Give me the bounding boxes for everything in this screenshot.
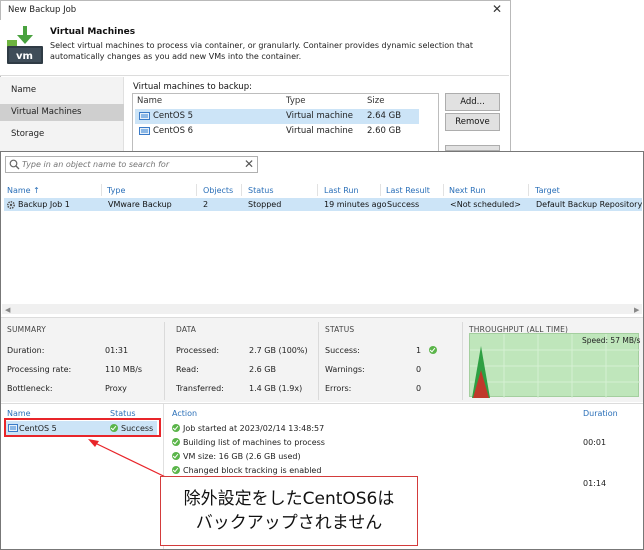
col-target[interactable]: Target xyxy=(535,186,560,195)
job-objects: 2 xyxy=(203,200,209,209)
data-title: DATA xyxy=(176,325,197,334)
wizard-description: Select virtual machines to process via c… xyxy=(50,41,474,61)
vm-name: CentOS 6 xyxy=(153,126,194,136)
col-type[interactable]: Type xyxy=(107,186,125,195)
vm-icon xyxy=(139,127,150,135)
remove-button[interactable]: Remove xyxy=(445,113,500,131)
job-status: Stopped xyxy=(248,200,282,209)
vm-download-icon: vm xyxy=(7,26,43,64)
divider xyxy=(164,322,165,400)
job-next-run: <Not scheduled> xyxy=(450,200,521,209)
annotation-line-2: バックアップされません xyxy=(195,513,383,533)
read-label: Read: xyxy=(176,365,199,374)
action-duration: 01:14 xyxy=(583,479,607,488)
vm-type: Virtual machine xyxy=(286,126,354,136)
vm-list-label: Virtual machines to backup: xyxy=(133,82,252,92)
col-name[interactable]: Name ↑ xyxy=(7,186,40,195)
errors-value: 0 xyxy=(416,384,422,393)
duration-col-header[interactable]: Duration xyxy=(583,409,618,418)
transferred-label: Transferred: xyxy=(176,384,224,393)
success-check-icon xyxy=(429,346,437,354)
wizard-nav: Name Virtual Machines Storage xyxy=(0,77,124,151)
annotation-line-1: 除外設定をしたCentOS6は xyxy=(183,489,395,509)
nav-item-name[interactable]: Name xyxy=(0,82,124,99)
close-icon[interactable]: ✕ xyxy=(489,1,505,17)
errors-label: Errors: xyxy=(325,384,352,393)
bottleneck-label: Bottleneck: xyxy=(7,384,53,393)
vm-list[interactable]: Name Type Size CentOS 5 Virtual machine … xyxy=(132,93,439,151)
summary-title: SUMMARY xyxy=(7,325,47,334)
col-status[interactable]: Status xyxy=(248,186,274,195)
read-value: 2.6 GB xyxy=(249,365,276,374)
vm-col-status-header[interactable]: Status xyxy=(110,409,136,418)
annotation-callout: 除外設定をしたCentOS6は バックアップされません xyxy=(160,476,418,546)
divider xyxy=(318,322,319,400)
status-title: STATUS xyxy=(325,325,355,334)
warnings-value: 0 xyxy=(416,365,422,374)
action-item: Building list of machines to process xyxy=(172,438,325,447)
processing-rate-label: Processing rate: xyxy=(7,365,72,374)
col-last-result[interactable]: Last Result xyxy=(386,186,430,195)
col-next-run[interactable]: Next Run xyxy=(449,186,486,195)
duration-value: 01:31 xyxy=(105,346,129,355)
vm-row[interactable]: CentOS 6 Virtual machine 2.60 GB xyxy=(135,124,419,139)
scroll-right-icon[interactable]: ▶ xyxy=(634,306,639,314)
action-item: Job started at 2023/02/14 13:48:57 xyxy=(172,424,324,433)
processing-rate-value: 110 MB/s xyxy=(105,365,143,374)
horizontal-scrollbar[interactable] xyxy=(2,304,642,314)
success-check-icon xyxy=(172,438,180,446)
clear-search-icon[interactable]: ✕ xyxy=(242,157,256,171)
action-item: VM size: 16 GB (2.6 GB used) xyxy=(172,452,301,461)
processed-label: Processed: xyxy=(176,346,220,355)
wizard-heading: Virtual Machines xyxy=(50,27,136,37)
action-duration: 00:01 xyxy=(583,438,607,447)
success-label: Success: xyxy=(325,346,360,355)
sort-asc-icon: ↑ xyxy=(33,186,40,195)
vm-icon xyxy=(139,112,150,120)
svg-text:vm: vm xyxy=(16,51,33,62)
add-button[interactable]: Add... xyxy=(445,93,500,111)
search-input[interactable] xyxy=(22,158,232,171)
success-value: 1 xyxy=(416,346,422,355)
action-item: Changed block tracking is enabled xyxy=(172,466,321,475)
gear-icon xyxy=(6,200,16,210)
job-name: Backup Job 1 xyxy=(18,200,70,209)
nav-item-virtual-machines[interactable]: Virtual Machines xyxy=(0,104,124,121)
vm-row[interactable]: CentOS 5 Virtual machine 2.64 GB xyxy=(135,109,419,124)
vm-col-name[interactable]: Name xyxy=(137,96,162,106)
vm-col-type[interactable]: Type xyxy=(286,96,306,106)
vm-col-size[interactable]: Size xyxy=(367,96,384,106)
job-last-result: Success xyxy=(387,200,420,209)
job-last-run: 19 minutes ago xyxy=(324,200,387,209)
vm-col-name-header[interactable]: Name xyxy=(7,409,31,418)
warnings-label: Warnings: xyxy=(325,365,365,374)
job-target: Default Backup Repository xyxy=(536,200,643,209)
transferred-value: 1.4 GB (1.9x) xyxy=(249,384,303,393)
divider xyxy=(462,322,463,400)
col-objects[interactable]: Objects xyxy=(203,186,233,195)
processed-value: 2.7 GB (100%) xyxy=(249,346,308,355)
speed-label: Speed: 57 MB/s xyxy=(582,336,641,345)
vm-type: Virtual machine xyxy=(286,111,354,121)
action-col-header[interactable]: Action xyxy=(172,409,197,418)
vm-size: 2.64 GB xyxy=(367,111,402,121)
wizard-header: vm Virtual Machines Select virtual machi… xyxy=(0,20,509,76)
window-title: New Backup Job xyxy=(8,5,77,15)
success-check-icon xyxy=(172,452,180,460)
highlight-box xyxy=(4,418,161,437)
bottleneck-value: Proxy xyxy=(105,384,127,393)
job-type: VMware Backup xyxy=(108,200,172,209)
scroll-left-icon[interactable]: ◀ xyxy=(5,306,10,314)
col-last-run[interactable]: Last Run xyxy=(324,186,359,195)
success-check-icon xyxy=(172,424,180,432)
nav-item-storage[interactable]: Storage xyxy=(0,126,124,143)
duration-label: Duration: xyxy=(7,346,45,355)
success-check-icon xyxy=(172,466,180,474)
vm-name: CentOS 5 xyxy=(153,111,194,121)
search-icon xyxy=(9,159,20,170)
vm-size: 2.60 GB xyxy=(367,126,402,136)
